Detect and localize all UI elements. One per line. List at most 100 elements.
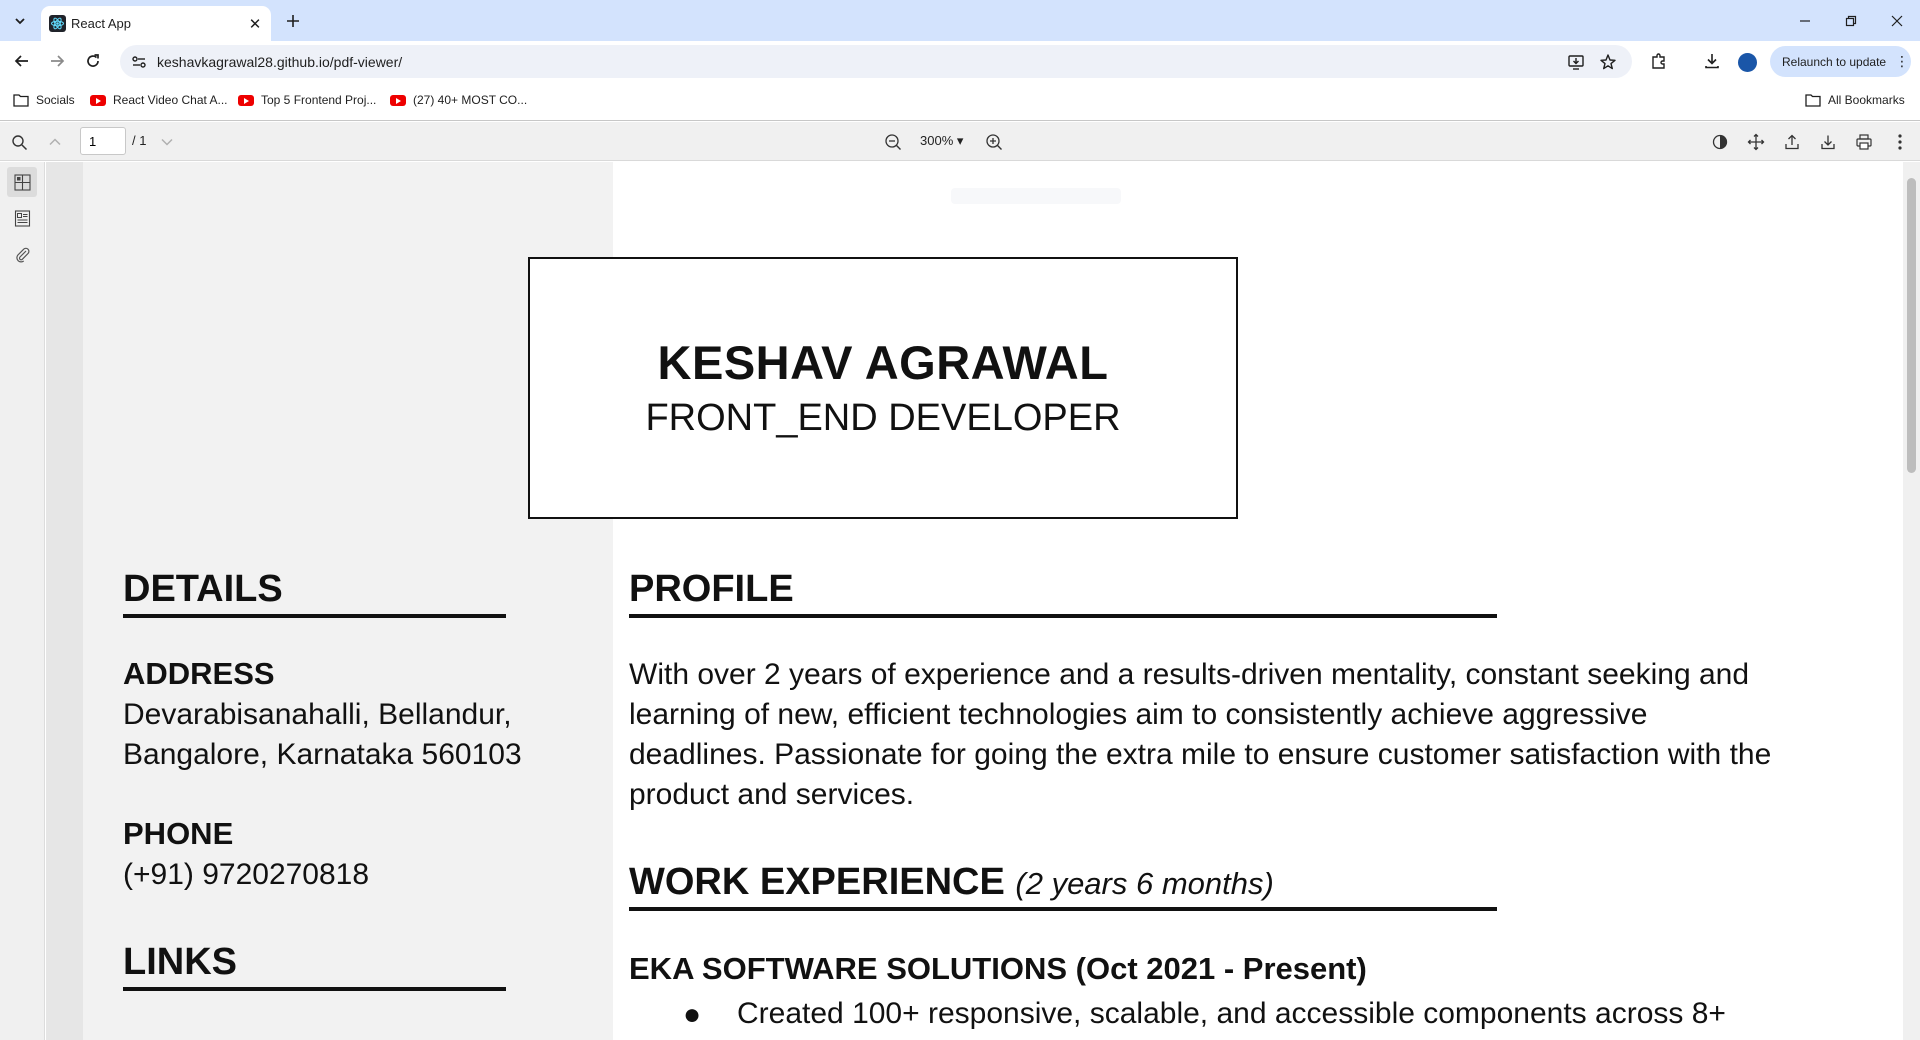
paperclip-icon xyxy=(15,247,29,262)
name-box: KESHAV AGRAWAL FRONT_END DEVELOPER xyxy=(528,257,1238,519)
more-menu-icon: ⋮ xyxy=(1895,53,1909,69)
puzzle-icon xyxy=(1652,53,1665,69)
zoom-out-icon xyxy=(885,134,901,150)
download-pdf-button[interactable] xyxy=(1816,130,1840,154)
profile-line: product and services. xyxy=(629,778,915,811)
chevron-down-icon xyxy=(14,17,25,24)
bookmark-react-video-chat[interactable]: React Video Chat A... xyxy=(90,90,228,110)
profile-line: deadlines. Passionate for going the extr… xyxy=(629,738,1772,771)
minimize-button[interactable] xyxy=(1782,0,1828,41)
folder-icon xyxy=(13,93,29,107)
address-label: ADDRESS xyxy=(123,656,275,691)
pdf-search-button[interactable] xyxy=(7,130,31,154)
zoom-out-button[interactable] xyxy=(881,130,905,154)
pdf-sidebar xyxy=(0,162,45,1040)
youtube-icon xyxy=(238,94,254,106)
close-window-button[interactable] xyxy=(1874,0,1920,41)
downloads-button[interactable] xyxy=(1700,49,1724,73)
scrollbar-thumb[interactable] xyxy=(1907,178,1916,473)
zoom-in-icon xyxy=(986,134,1002,150)
download-icon xyxy=(1821,135,1835,150)
profile-underline xyxy=(629,614,1497,618)
details-underline xyxy=(123,614,506,618)
new-tab-button[interactable] xyxy=(280,8,306,34)
tab-search-button[interactable] xyxy=(6,7,33,34)
star-icon xyxy=(1600,54,1616,70)
document-outline-icon xyxy=(14,209,30,227)
pdf-page: KESHAV AGRAWAL FRONT_END DEVELOPER DETAI… xyxy=(83,162,1909,1040)
all-bookmarks-button[interactable]: All Bookmarks xyxy=(1805,90,1905,110)
upload-icon xyxy=(1785,134,1799,150)
theme-toggle-button[interactable] xyxy=(1708,130,1732,154)
work-experience-heading: WORK EXPERIENCE (2 years 6 months) xyxy=(629,861,1274,904)
arrow-right-icon xyxy=(51,55,65,67)
install-icon xyxy=(1568,55,1584,70)
chevron-up-icon xyxy=(49,138,61,146)
work-experience-duration: (2 years 6 months) xyxy=(1015,866,1274,901)
bookmark-label: Socials xyxy=(36,93,75,107)
close-icon xyxy=(1891,15,1903,26)
profile-heading: PROFILE xyxy=(629,568,794,610)
zoom-select[interactable]: 300% ▾ xyxy=(920,133,963,149)
pan-tool-button[interactable] xyxy=(1744,130,1768,154)
restore-button[interactable] xyxy=(1828,0,1874,41)
all-bookmarks-label: All Bookmarks xyxy=(1828,93,1905,107)
bookmark-label: Top 5 Frontend Proj... xyxy=(261,93,377,107)
links-underline xyxy=(123,987,506,991)
bookmark-label: (27) 40+ MOST CO... xyxy=(413,93,528,107)
forward-button[interactable] xyxy=(43,47,71,75)
bookmark-label: React Video Chat A... xyxy=(113,93,228,107)
profile-avatar[interactable] xyxy=(1738,53,1757,72)
more-tools-button[interactable] xyxy=(1888,130,1912,154)
faint-overlay xyxy=(951,188,1121,204)
bookmark-star-button[interactable] xyxy=(1598,52,1618,72)
previous-page-button[interactable] xyxy=(43,130,67,154)
extensions-button[interactable] xyxy=(1647,49,1671,73)
zoom-in-button[interactable] xyxy=(982,130,1006,154)
pdf-viewer[interactable]: KESHAV AGRAWAL FRONT_END DEVELOPER DETAI… xyxy=(46,162,1920,1040)
next-page-button[interactable] xyxy=(155,130,179,154)
resume-name: KESHAV AGRAWAL xyxy=(657,336,1109,389)
minimize-icon xyxy=(1800,19,1810,22)
thumbnails-button[interactable] xyxy=(7,167,37,197)
page-number-input[interactable] xyxy=(80,127,126,155)
site-info-icon xyxy=(132,56,146,68)
download-icon xyxy=(1705,54,1719,69)
tab-title: React App xyxy=(71,16,131,31)
pdf-toolbar: / 1 300% ▾ xyxy=(0,122,1920,161)
plus-icon xyxy=(287,15,299,27)
back-button[interactable] xyxy=(8,47,36,75)
vertical-scrollbar[interactable] xyxy=(1903,162,1920,1040)
react-icon xyxy=(49,15,66,32)
bookmark-top5-frontend[interactable]: Top 5 Frontend Proj... xyxy=(238,90,376,110)
move-icon xyxy=(1747,133,1765,151)
address-line-1: Devarabisanahalli, Bellandur, xyxy=(123,698,512,731)
work-experience-title: WORK EXPERIENCE xyxy=(629,861,1005,903)
address-bar[interactable]: keshavkagrawal28.github.io/pdf-viewer/ xyxy=(120,45,1632,78)
bookmarks-bar: Socials React Video Chat A... Top 5 Fron… xyxy=(0,81,1920,121)
tab-strip: React App ✕ xyxy=(0,0,1920,41)
reload-button[interactable] xyxy=(79,47,107,75)
address-line-2: Bangalore, Karnataka 560103 xyxy=(123,738,522,771)
print-button[interactable] xyxy=(1852,130,1876,154)
company-heading: EKA SOFTWARE SOLUTIONS (Oct 2021 - Prese… xyxy=(629,951,1367,986)
search-icon xyxy=(11,134,27,150)
url-text[interactable]: keshavkagrawal28.github.io/pdf-viewer/ xyxy=(157,54,402,70)
bookmark-40-most[interactable]: (27) 40+ MOST CO... xyxy=(390,90,527,110)
arrow-left-icon xyxy=(14,55,28,67)
attachments-button[interactable] xyxy=(7,239,37,269)
reload-icon xyxy=(87,54,99,67)
relaunch-button[interactable]: Relaunch to update ⋮ xyxy=(1770,46,1911,77)
chevron-down-icon xyxy=(161,138,173,146)
open-file-button[interactable] xyxy=(1780,130,1804,154)
bookmark-socials[interactable]: Socials xyxy=(13,90,75,110)
close-tab-icon[interactable]: ✕ xyxy=(244,13,266,35)
bullet-dot: ● xyxy=(683,998,702,1031)
browser-tab[interactable]: React App ✕ xyxy=(41,6,271,41)
phone-number: (+91) 9720270818 xyxy=(123,858,370,891)
more-vertical-icon xyxy=(1898,134,1902,150)
outline-button[interactable] xyxy=(7,203,37,233)
install-app-button[interactable] xyxy=(1566,52,1586,72)
links-heading: LINKS xyxy=(123,941,237,983)
details-heading: DETAILS xyxy=(123,568,283,610)
